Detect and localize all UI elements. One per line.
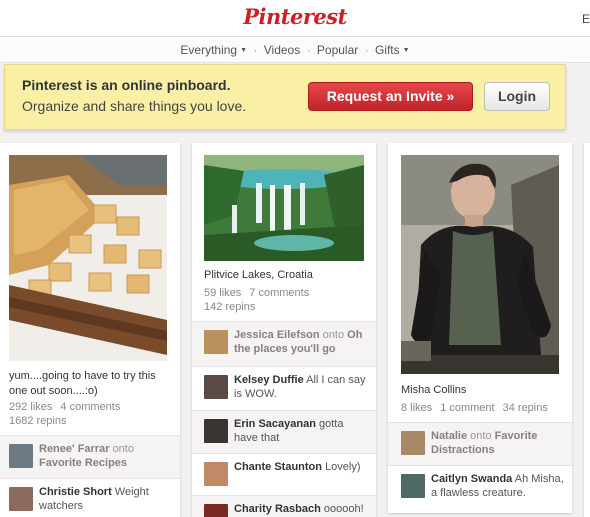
category-nav: Everything ▼ · Videos · Popular · Gifts ▼ [0,37,590,63]
comment-item: Christie Short Weight watchers [0,478,180,517]
activity-item: Natalie onto Favorite Distractions [388,422,572,465]
pin-image-misha[interactable] [401,155,559,374]
user-link[interactable]: Renee' Farrar [39,443,110,455]
avatar[interactable] [9,487,33,511]
comment-item: Charity Rasbach oooooh! [192,495,376,517]
user-link[interactable]: Erin Sacayanan [234,418,316,430]
pin-card-caramels[interactable]: yum....going to have to try this one out… [0,143,180,517]
activity-item: Jessica Eilefson onto Oh the places you'… [192,321,376,366]
avatar[interactable] [204,462,228,486]
banner-headline: Pinterest is an online pinboard. [22,77,231,93]
comment-count[interactable]: 4 comments [60,401,120,413]
activity-verb: onto [322,329,345,341]
comment-item: Kelsey Duffie All I can say is WOW. [192,366,376,410]
activity-text: Jessica Eilefson onto Oh the places you'… [234,328,370,356]
avatar[interactable] [204,375,228,399]
comment-text: Erin Sacayanan gotta have that [234,417,370,445]
repin-count[interactable]: 1682 repins [9,414,169,428]
pin-image-plitvice[interactable] [204,155,364,261]
user-link[interactable]: Christie Short [39,486,112,498]
pin-card-plitvice[interactable]: Plitvice Lakes, Croatia 59 likes 7 commen… [192,143,376,517]
comment-item: Erin Sacayanan gotta have that [192,410,376,453]
user-link[interactable]: Charity Rasbach [234,503,321,515]
pin-description: Plitvice Lakes, Croatia [204,269,313,281]
comment-text: Caitlyn Swanda Ah Misha, a flawless crea… [431,472,566,500]
like-count[interactable]: 59 likes [204,287,241,299]
invite-banner: Pinterest is an online pinboard. Organiz… [4,64,566,130]
pinterest-logo[interactable]: Pinterest [0,4,590,29]
user-link[interactable]: Jessica Eilefson [234,329,320,341]
like-count[interactable]: 292 likes [9,401,52,413]
activity-verb: onto [112,443,134,455]
caramel-photo [9,155,167,361]
user-link[interactable]: Chante Staunton [234,461,322,473]
comment-count[interactable]: 7 comments [249,287,309,299]
request-invite-button[interactable]: Request an Invite » [308,82,473,111]
top-bar: Pinterest E [0,0,590,37]
nav-gifts[interactable]: Gifts ▼ [375,37,410,64]
comment-body: oooooh! [323,503,364,515]
avatar[interactable] [204,504,228,517]
user-link[interactable]: Kelsey Duffie [234,374,304,386]
user-link[interactable]: Caitlyn Swanda [431,473,512,485]
cut-off-header-link[interactable]: E [582,12,590,26]
board-link[interactable]: Favorite Recipes [39,457,127,469]
comment-item: Chante Staunton Lovely) [192,453,376,495]
comment-text: Kelsey Duffie All I can say is WOW. [234,373,370,401]
avatar[interactable] [9,444,33,468]
pin-image-caramels[interactable] [9,155,167,361]
waterfall-photo [204,155,364,261]
repin-count[interactable]: 142 repins [204,300,364,314]
pin-stats: 292 likes 4 comments 1682 repins [9,400,169,428]
comment-count[interactable]: 1 comment [440,402,494,414]
avatar[interactable] [401,431,425,455]
activity-verb: onto [470,430,492,442]
login-button[interactable]: Login [484,82,550,111]
pin-card-partial[interactable] [584,143,590,517]
pin-description: yum....going to have to try this one out… [9,370,156,397]
comment-text: Christie Short Weight watchers [39,485,174,513]
avatar[interactable] [204,330,228,354]
nav-separator: · [253,43,258,57]
nav-videos[interactable]: Videos [264,37,300,63]
activity-text: Natalie onto Favorite Distractions [431,429,566,457]
nav-separator: · [364,43,369,57]
comment-item: Caitlyn Swanda Ah Misha, a flawless crea… [388,465,572,513]
avatar[interactable] [401,474,425,498]
pin-description: Misha Collins [401,384,467,396]
repin-count[interactable]: 34 repins [503,402,548,414]
pin-stats: 59 likes 7 comments 142 repins [204,286,364,314]
user-link[interactable]: Natalie [431,430,467,442]
chevron-down-icon: ▼ [240,47,248,54]
activity-item: Renee' Farrar onto Favorite Recipes [0,435,180,478]
nav-everything[interactable]: Everything ▼ [180,37,247,64]
comment-text: Chante Staunton Lovely) [234,460,370,474]
pin-card-misha[interactable]: Misha Collins 8 likes 1 comment 34 repins … [388,143,572,513]
like-count[interactable]: 8 likes [401,402,432,414]
chevron-down-icon: ▼ [402,47,410,54]
nav-everything-label: Everything [180,43,238,57]
nav-separator: · [306,43,311,57]
pin-stats: 8 likes 1 comment 34 repins [401,401,571,415]
comment-body: Lovely) [325,461,361,473]
avatar[interactable] [204,419,228,443]
banner-tagline: Organize and share things you love. [22,98,247,114]
activity-text: Renee' Farrar onto Favorite Recipes [39,442,174,470]
nav-popular[interactable]: Popular [317,37,358,63]
portrait-photo [401,155,559,374]
comment-text: Charity Rasbach oooooh! [234,502,370,516]
nav-gifts-label: Gifts [374,43,400,57]
